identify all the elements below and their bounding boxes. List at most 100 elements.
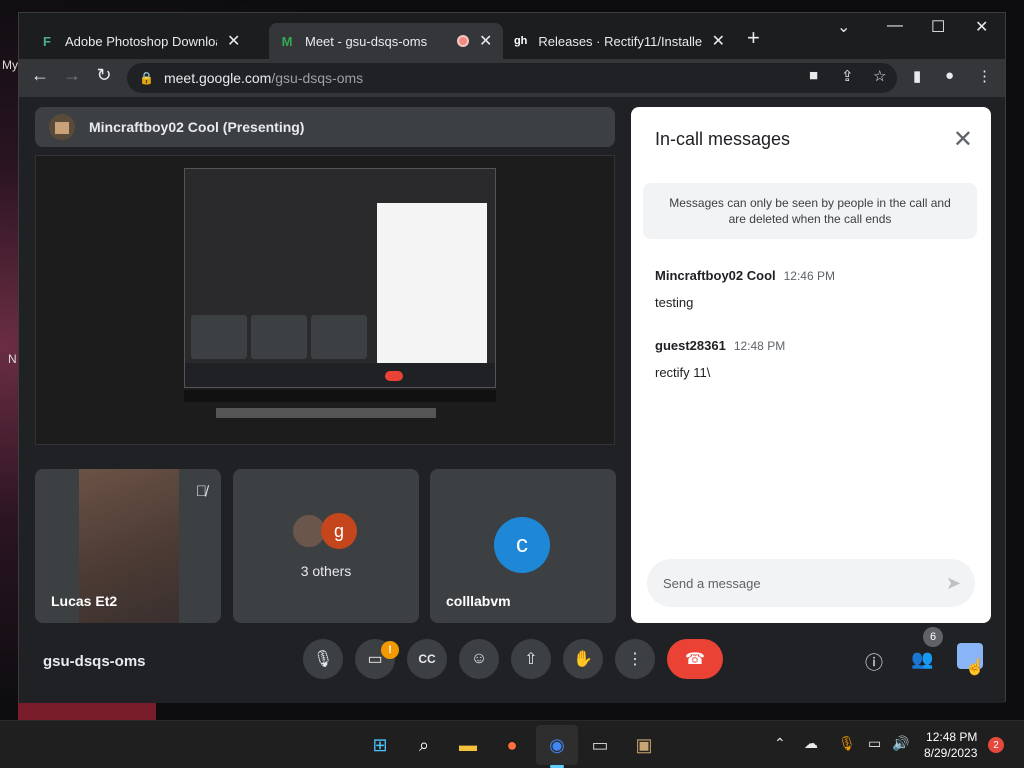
nested-tile [191,315,247,359]
close-tab-icon[interactable]: ✕ [227,31,240,51]
clock-time: 12:48 PM [926,730,978,744]
back-icon[interactable]: ← [27,65,53,86]
tab-photoshop[interactable]: F Adobe Photoshop Download 20... ✕ [29,23,269,59]
tab-meet[interactable]: M Meet - gsu-dsqs-oms ✕ [269,23,503,59]
nested-tile [251,315,307,359]
raise-hand-button[interactable]: ✋ [563,639,603,679]
more-vert-icon: ⋮ [627,651,643,668]
panel-title: In-call messages [655,129,791,149]
presenting-header: Mincraftboy02 Cool (Presenting) [35,107,615,147]
avatar: g [321,513,357,549]
participant-tile-others[interactable]: g 3 others [233,469,419,623]
side-panel-icon[interactable]: ▮ [913,67,921,85]
system-clock[interactable]: 12:48 PM 8/29/2023 [924,729,977,761]
volume-icon[interactable]: 🔊 [892,735,909,752]
hand-icon: ✋ [573,651,593,668]
close-tab-icon[interactable]: ✕ [712,31,725,51]
address-bar[interactable]: 🔒 meet.google.com/gsu-dsqs-oms [127,63,897,93]
message-sender: guest28361 [655,338,726,353]
start-icon[interactable]: ⊞ [368,733,392,757]
desktop-icon-label: My [2,58,18,72]
send-icon[interactable]: ➤ [946,573,961,594]
url-host: meet.google.com [163,70,272,86]
nested-bottom-bar [216,408,436,418]
shared-screen-content [184,168,496,388]
new-tab-icon[interactable]: + [747,25,760,51]
camera-icon[interactable]: ■ [809,67,818,84]
profile-icon[interactable]: ● [945,67,954,84]
avatar [49,114,75,140]
tab-search-icon[interactable]: ⌄ [837,17,850,37]
avatar: c [494,517,550,573]
hang-up-icon: ☎ [685,651,705,668]
tray-overflow-icon[interactable]: ⌃ [774,735,786,752]
chat-message: guest28361 12:48 PM rectify 11\ [655,337,785,380]
presenter-label: Mincraftboy02 Cool (Presenting) [89,119,305,135]
meeting-info-icon[interactable]: ⓘ [865,649,883,675]
forward-icon[interactable]: → [59,65,85,86]
in-call-messages-panel: In-call messages ✕ Messages can only be … [631,107,991,623]
tab-strip: F Adobe Photoshop Download 20... ✕ M Mee… [19,13,1005,59]
desktop-icon-label-n: N [8,352,17,366]
present-button[interactable]: ⇧ [511,639,551,679]
tab-title: Releases · Rectify11/Installer [538,33,702,49]
share-icon[interactable]: ⇪ [841,67,854,85]
people-icon[interactable]: 👥 [911,649,933,670]
recording-indicator-icon [457,35,469,47]
nested-tile [311,315,367,359]
file-explorer-icon[interactable]: ▬ [456,733,480,757]
github-icon: gh [513,35,528,47]
others-avatars: g [291,513,357,549]
screen-share [35,155,615,445]
lock-icon: 🔒 [139,71,154,85]
emoji-icon: ☺ [470,650,488,667]
installer-icon[interactable]: ▣ [632,733,656,757]
close-icon[interactable]: ✕ [953,125,973,154]
search-icon[interactable]: ⌕ [412,733,436,757]
participant-tile[interactable]: 🎙̸ Lucas Et2 [35,469,221,623]
tab-releases[interactable]: gh Releases · Rectify11/Installer ✕ [503,23,735,59]
browser-window: F Adobe Photoshop Download 20... ✕ M Mee… [18,12,1006,703]
message-time: 12:48 PM [733,339,786,353]
notification-badge[interactable]: 2 [988,737,1004,753]
camera-alert-badge: ! [381,641,399,659]
meet-icon: M [281,33,293,49]
captions-button[interactable]: CC [407,639,447,679]
chat-notice: Messages can only be seen by people in t… [643,183,977,239]
maximize-icon[interactable]: ☐ [931,17,945,37]
participant-tile[interactable]: c colllabvm [430,469,616,623]
mic-button[interactable]: 🎙 [303,639,343,679]
menu-icon[interactable]: ⋮ [977,67,992,85]
filehorse-icon: F [43,33,51,49]
mic-in-use-icon[interactable]: 🎙 [838,735,856,752]
meet-main: Mincraftboy02 Cool (Presenting) 🎙̸ Lucas… [19,97,1005,703]
nested-taskbar [184,390,496,402]
close-tab-icon[interactable]: ✕ [479,31,492,51]
terminal-icon[interactable]: ▭ [588,733,612,757]
tab-title: Adobe Photoshop Download 20... [65,33,217,49]
url-path: /gsu-dsqs-oms [271,70,364,86]
background-window-fragment [18,700,156,722]
message-input[interactable] [663,575,923,591]
others-label: 3 others [300,563,352,579]
nested-chat-panel [377,203,487,363]
meeting-code: gsu-dsqs-oms [43,653,146,670]
reload-icon[interactable]: ↻ [91,65,117,86]
nested-control-bar [185,363,495,387]
chrome-icon[interactable]: ◉ [545,733,569,757]
mic-off-icon: 🎙̸ [195,483,207,500]
more-options-button[interactable]: ⋮ [615,639,655,679]
network-off-icon[interactable]: ☁ [804,735,818,752]
browser-toolbar: ← → ↻ 🔒 meet.google.com/gsu-dsqs-oms ■ ⇪… [19,59,1005,97]
close-window-icon[interactable]: ✕ [975,17,988,37]
firefox-icon[interactable]: ● [500,733,524,757]
nested-end-call [385,371,403,381]
pointer-cursor-icon: ☝ [965,659,985,676]
reactions-button[interactable]: ☺ [459,639,499,679]
bookmark-star-icon[interactable]: ☆ [873,67,886,85]
message-input-container: ➤ [647,559,975,607]
end-call-button[interactable]: ☎ [667,639,723,679]
minimize-icon[interactable]: — [887,17,903,35]
participant-name: colllabvm [446,593,511,609]
monitor-icon[interactable]: ▭ [868,735,881,752]
